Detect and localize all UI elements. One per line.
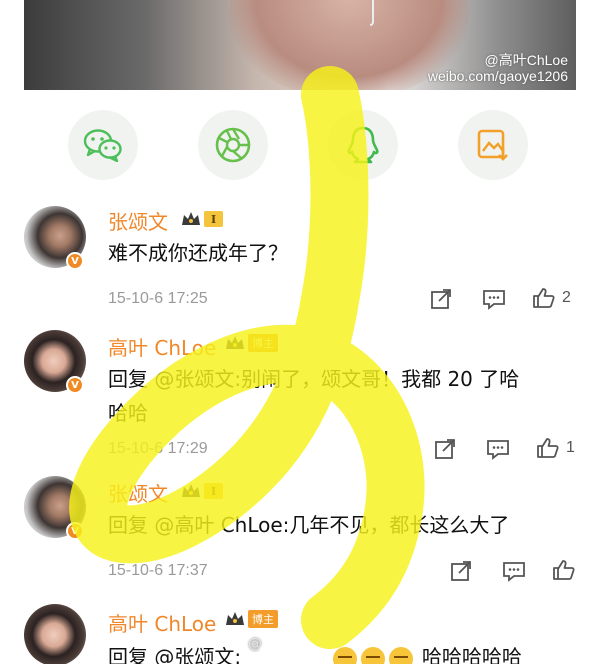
comment-text: 回复 @高叶 ChLoe:几年不见，都长这么大了 bbox=[108, 513, 510, 537]
user-badges: 博主 bbox=[224, 334, 278, 352]
comment-bubble-icon bbox=[487, 440, 509, 460]
like-count: 1 bbox=[566, 439, 575, 456]
comment-username[interactable]: 张颂文 bbox=[108, 478, 168, 507]
reply-button[interactable] bbox=[486, 438, 510, 460]
share-comment-button[interactable] bbox=[450, 560, 472, 582]
comment-text-continued: 哈哈 bbox=[108, 401, 148, 425]
thumbs-up-icon bbox=[537, 438, 559, 458]
photo-watermark-url: weibo.com/gaoye1206 bbox=[427, 68, 568, 84]
verified-badge-icon: V bbox=[66, 376, 84, 394]
share-comment-button[interactable] bbox=[434, 438, 456, 460]
level-badge: I bbox=[204, 211, 224, 227]
earphone-wire bbox=[370, 0, 374, 26]
reply-button[interactable] bbox=[502, 560, 526, 582]
blogger-badge: 博主 bbox=[248, 334, 278, 352]
like-button[interactable]: 2 bbox=[532, 287, 571, 309]
share-qq-button[interactable] bbox=[328, 110, 398, 180]
comment-text: 难不成你还成年了？ bbox=[108, 241, 288, 265]
share-arrow-icon bbox=[431, 289, 451, 309]
comment-username[interactable]: 高叶 ChLoe bbox=[108, 608, 216, 637]
bottom-watermark: @ bbox=[248, 636, 262, 652]
share-wechat-button[interactable] bbox=[68, 110, 138, 180]
comment-bubble-icon bbox=[503, 562, 525, 582]
comment-bubble-icon bbox=[483, 290, 505, 310]
like-button[interactable] bbox=[552, 559, 576, 581]
crown-icon bbox=[226, 336, 244, 349]
moments-icon bbox=[215, 127, 251, 163]
post-photo[interactable]: @高叶ChLoe weibo.com/gaoye1206 bbox=[24, 0, 576, 90]
blogger-badge: 博主 bbox=[248, 610, 278, 628]
user-badges: 博主 bbox=[224, 610, 278, 628]
share-moments-button[interactable] bbox=[198, 110, 268, 180]
comment-text: 回复 @张颂文:别闹了，颂文哥！我都 20 了哈 bbox=[108, 367, 520, 391]
user-badges: I bbox=[180, 210, 224, 228]
sweat-emoji-icon bbox=[389, 646, 414, 664]
reply-button[interactable] bbox=[482, 288, 506, 310]
comment-text: 回复 @张颂文: 哈哈哈哈哈 bbox=[108, 640, 578, 664]
wechat-icon bbox=[83, 129, 122, 162]
share-bar bbox=[0, 110, 600, 180]
save-image-button[interactable] bbox=[458, 110, 528, 180]
thumbs-up-icon bbox=[533, 288, 555, 308]
comment-timestamp: 15-10-6 17:29 bbox=[108, 440, 208, 457]
sweat-emoji-icon bbox=[361, 646, 386, 664]
comment-timestamp: 15-10-6 17:25 bbox=[108, 290, 208, 307]
thumbs-up-icon bbox=[553, 560, 575, 580]
share-arrow-icon bbox=[435, 439, 455, 459]
save-image-icon bbox=[477, 129, 508, 161]
share-arrow-icon bbox=[451, 561, 471, 581]
photo-watermark-handle: @高叶ChLoe bbox=[484, 52, 568, 68]
comment-text-start: 回复 @张颂文: bbox=[108, 645, 242, 664]
comment-username[interactable]: 高叶 ChLoe bbox=[108, 332, 216, 361]
like-button[interactable]: 1 bbox=[536, 437, 575, 459]
comment-username[interactable]: 张颂文 bbox=[108, 206, 168, 235]
verified-badge-icon: V bbox=[66, 522, 84, 540]
user-badges: I bbox=[180, 482, 224, 500]
comment-text-end: 哈哈哈哈哈 bbox=[421, 645, 522, 664]
avatar[interactable] bbox=[24, 604, 86, 664]
crown-icon bbox=[182, 484, 200, 497]
share-comment-button[interactable] bbox=[430, 288, 452, 310]
crown-icon bbox=[182, 212, 200, 225]
qq-icon bbox=[347, 126, 379, 164]
crown-icon bbox=[226, 612, 244, 625]
verified-badge-icon: V bbox=[66, 252, 84, 270]
level-badge: I bbox=[204, 483, 224, 499]
sweat-emoji-icon bbox=[333, 646, 358, 664]
like-count: 2 bbox=[562, 289, 571, 306]
comment-timestamp: 15-10-6 17:37 bbox=[108, 562, 208, 579]
